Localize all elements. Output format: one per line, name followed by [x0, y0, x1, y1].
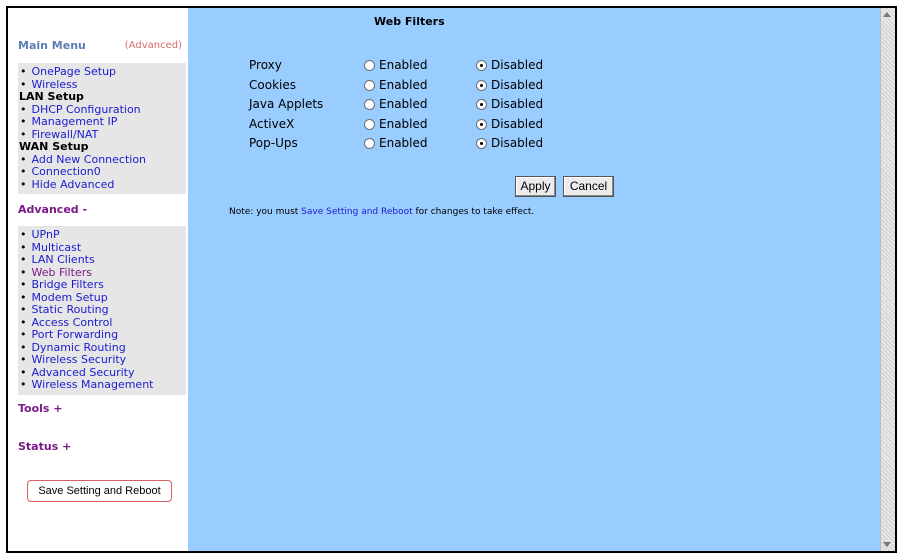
- cookies-disabled-radio[interactable]: [476, 79, 487, 91]
- scroll-up-arrow-icon[interactable]: [883, 12, 891, 17]
- sidebar-item-label: Static Routing: [31, 303, 109, 316]
- browser-frame: Main Menu (Advanced) • OnePage Setup • Wire…: [6, 6, 897, 553]
- sidebar-item-label: Web Filters: [31, 265, 92, 279]
- note-text: Note: you must Save Setting and Reboot f…: [229, 207, 534, 217]
- filter-row-pop-ups: Pop-Ups Enabled Disabled: [249, 136, 579, 154]
- bullet-icon: •: [20, 303, 27, 316]
- proxy-disabled-radio[interactable]: [476, 60, 487, 71]
- bullet-icon: •: [20, 278, 27, 291]
- bullet-icon: •: [20, 378, 27, 391]
- radio-label-enabled[interactable]: Enabled: [379, 136, 428, 150]
- main-menu-heading: Main Menu (Advanced): [18, 39, 186, 52]
- status-section-heading[interactable]: Status +: [18, 440, 71, 453]
- proxy-enabled-radio[interactable]: [364, 60, 375, 71]
- note-save-link[interactable]: Save Setting and Reboot: [301, 207, 412, 217]
- sidebar-item-label: Wireless: [31, 77, 78, 91]
- radio-label-disabled[interactable]: Disabled: [491, 58, 543, 72]
- note-prefix: Note: you must: [229, 207, 302, 217]
- advanced-section-heading[interactable]: Advanced -: [18, 203, 87, 216]
- bullet-icon: •: [20, 315, 27, 329]
- radio-label-enabled[interactable]: Enabled: [379, 97, 428, 111]
- bullet-icon: •: [20, 115, 27, 128]
- sidebar-item-label: UPnP: [31, 228, 60, 241]
- filter-label: Cookies: [249, 77, 296, 92]
- bullet-icon: •: [20, 353, 27, 366]
- activex-disabled-radio[interactable]: [476, 118, 487, 130]
- main-menu-title: Main Menu: [18, 39, 86, 52]
- sidebar-item-hide-advanced[interactable]: • Hide Advanced: [18, 177, 186, 192]
- pop-ups-enabled-radio[interactable]: [364, 138, 375, 149]
- radio-label-disabled[interactable]: Disabled: [491, 136, 543, 150]
- sidebar-item-label: Bridge Filters: [31, 278, 104, 291]
- filter-label: Pop-Ups: [249, 136, 298, 150]
- sidebar-item-label: LAN Clients: [31, 253, 95, 266]
- sidebar-item-label: Connection0: [31, 165, 101, 178]
- bullet-icon: •: [20, 290, 27, 304]
- bullet-icon: •: [20, 265, 27, 279]
- scroll-down-arrow-icon[interactable]: [883, 542, 891, 547]
- radio-label-enabled[interactable]: Enabled: [379, 58, 428, 72]
- filter-row-proxy: Proxy Enabled Disabled: [249, 58, 579, 76]
- activex-enabled-radio[interactable]: [364, 118, 375, 130]
- filter-label: ActiveX: [249, 116, 295, 131]
- java-applets-enabled-radio[interactable]: [364, 99, 375, 110]
- save-and-reboot-button[interactable]: Save Setting and Reboot: [27, 480, 172, 502]
- bullet-icon: •: [20, 340, 27, 354]
- radio-label-disabled[interactable]: Disabled: [491, 97, 543, 111]
- advanced-menu-list: • UPnP • Multicast • LAN Clients • Web Filters •…: [18, 226, 186, 395]
- sidebar-item-label: Firewall/NAT: [31, 127, 99, 141]
- radio-label-disabled[interactable]: Disabled: [491, 78, 543, 92]
- filter-label: Java Applets: [249, 97, 324, 111]
- apply-button[interactable]: Apply: [515, 176, 556, 197]
- filter-label: Proxy: [249, 58, 282, 72]
- radio-label-enabled[interactable]: Enabled: [379, 117, 428, 131]
- bullet-icon: •: [20, 328, 27, 341]
- advanced-toggle-link[interactable]: (Advanced): [125, 40, 182, 51]
- bullet-icon: •: [20, 240, 27, 254]
- bullet-icon: •: [20, 177, 27, 191]
- page-title: Web Filters: [374, 15, 445, 28]
- java-applets-disabled-radio[interactable]: [476, 99, 487, 110]
- sidebar: Main Menu (Advanced) • OnePage Setup • Wire…: [8, 8, 188, 551]
- bullet-icon: •: [20, 365, 27, 379]
- sidebar-item-label: Access Control: [31, 315, 113, 329]
- bullet-icon: •: [20, 152, 27, 166]
- note-suffix: for changes to take effect.: [412, 207, 535, 217]
- sidebar-item-label: Modem Setup: [31, 290, 108, 304]
- radio-label-enabled[interactable]: Enabled: [379, 78, 428, 92]
- content-area: Web Filters Proxy Enabled Disabled Cookies E…: [188, 8, 895, 551]
- pop-ups-disabled-radio[interactable]: [476, 138, 487, 149]
- sidebar-item-label: OnePage Setup: [31, 65, 117, 78]
- filter-row-activex: ActiveX Enabled Disabled: [249, 117, 579, 135]
- tools-section-heading[interactable]: Tools +: [18, 402, 63, 415]
- bullet-icon: •: [20, 127, 27, 141]
- vertical-scrollbar[interactable]: [880, 8, 895, 551]
- sidebar-item-label: Add New Connection: [31, 152, 147, 166]
- sidebar-item-label: Wireless Security: [31, 353, 127, 366]
- radio-label-disabled[interactable]: Disabled: [491, 117, 543, 131]
- filter-row-java-applets: Java Applets Enabled Disabled: [249, 97, 579, 115]
- sidebar-item-label: Dynamic Routing: [31, 340, 126, 354]
- cancel-button[interactable]: Cancel: [563, 176, 614, 197]
- cookies-enabled-radio[interactable]: [364, 79, 375, 91]
- sidebar-item-label: Hide Advanced: [31, 177, 115, 191]
- bullet-icon: •: [20, 165, 27, 178]
- bullet-icon: •: [20, 65, 27, 78]
- sidebar-item-wireless-management[interactable]: • Wireless Management: [18, 378, 186, 392]
- bullet-icon: •: [20, 102, 27, 116]
- main-menu-list: • OnePage Setup • Wireless LAN Setup • DHCP Co…: [18, 63, 186, 194]
- bullet-icon: •: [20, 253, 27, 266]
- bullet-icon: •: [20, 228, 27, 241]
- sidebar-item-label: Wireless Management: [31, 378, 154, 391]
- sidebar-item-label: Advanced Security: [31, 365, 135, 379]
- sidebar-item-label: Multicast: [31, 240, 82, 254]
- sidebar-item-label: DHCP Configuration: [31, 102, 141, 116]
- sidebar-item-label: Port Forwarding: [31, 328, 119, 341]
- filter-row-cookies: Cookies Enabled Disabled: [249, 78, 579, 96]
- bullet-icon: •: [20, 77, 27, 91]
- sidebar-item-label: Management IP: [31, 115, 118, 128]
